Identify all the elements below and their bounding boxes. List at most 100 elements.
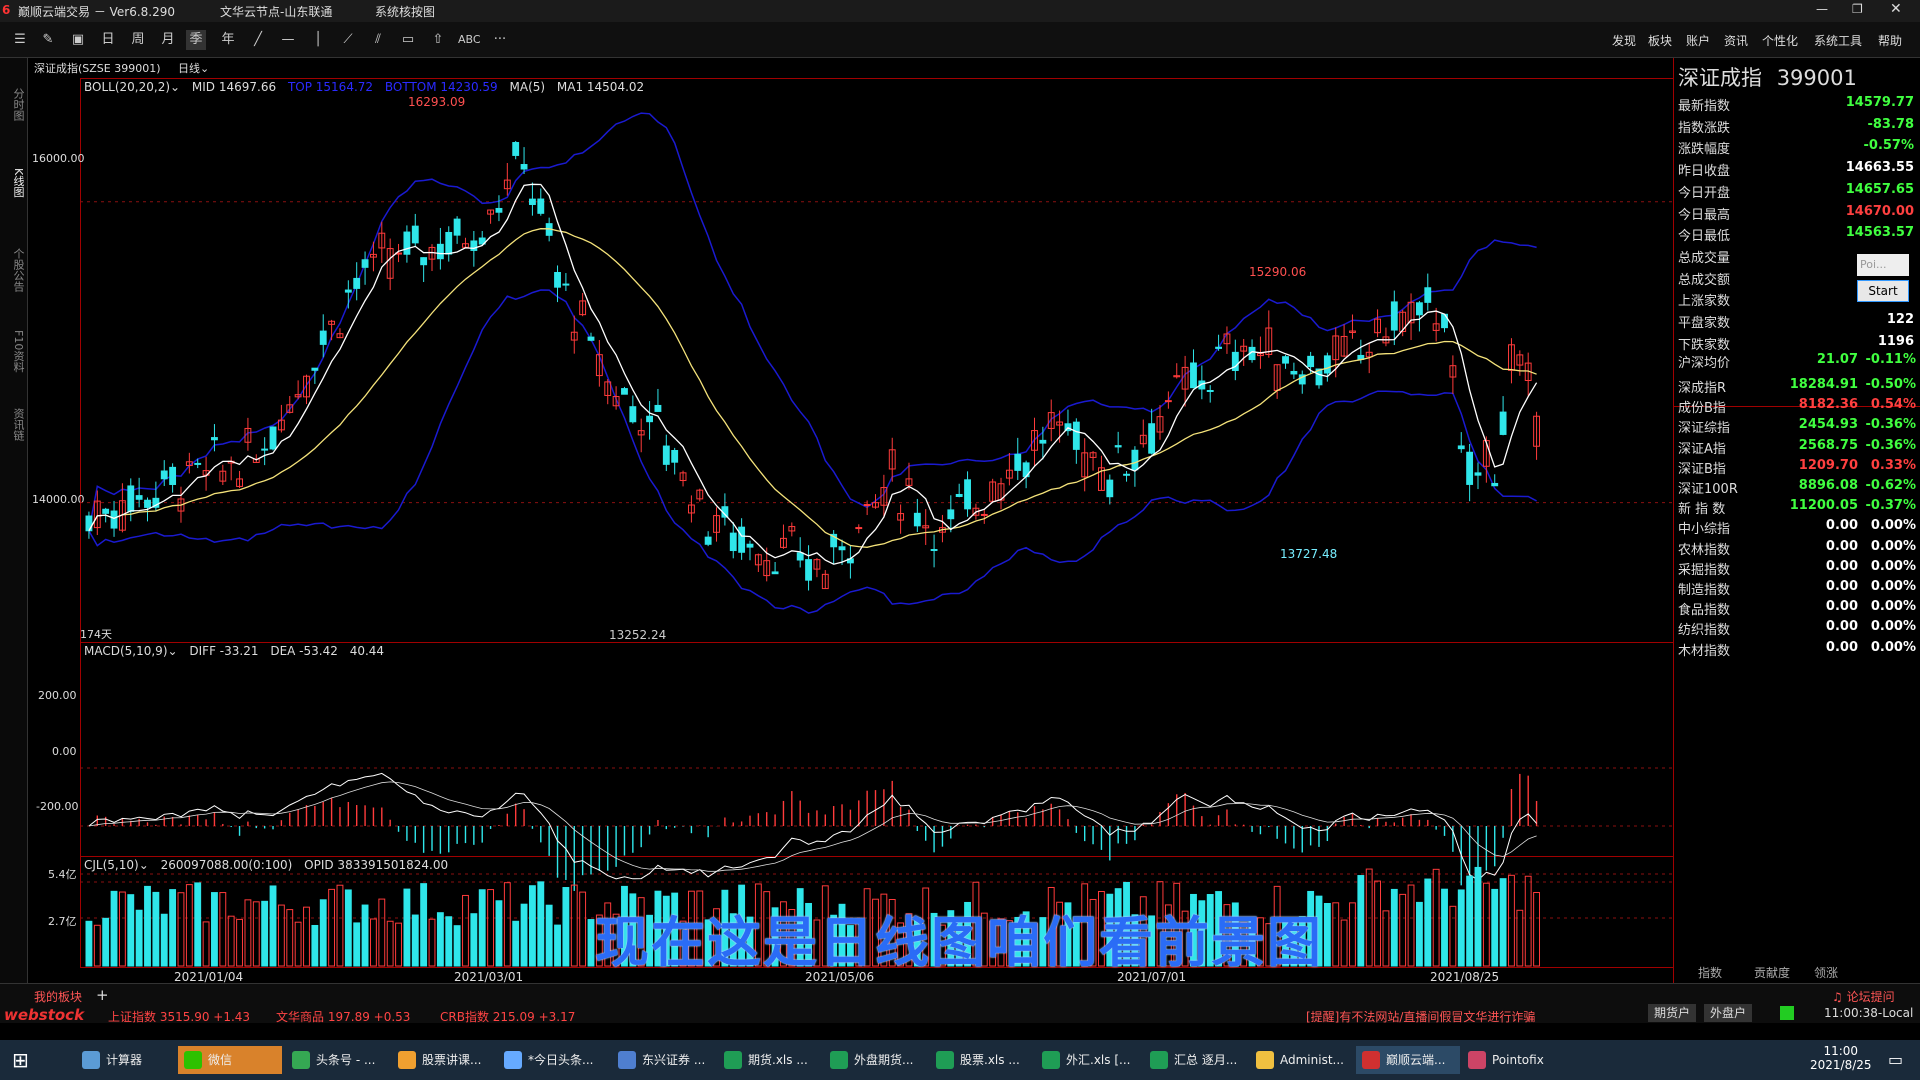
- restore-icon[interactable]: ❐: [1852, 2, 1863, 16]
- rail-tab-intraday[interactable]: 分时图: [4, 88, 26, 121]
- rail-tab-announcements[interactable]: 个股公告: [4, 248, 26, 292]
- menu-account[interactable]: 账户: [1686, 32, 1710, 49]
- windows-start-icon[interactable]: ⊞: [12, 1048, 29, 1072]
- rail-tab-kline[interactable]: K线图: [4, 168, 26, 197]
- horizontal-line-icon[interactable]: —: [278, 30, 298, 50]
- candle-body: [1131, 449, 1139, 471]
- menu-discover[interactable]: 发现: [1612, 32, 1636, 49]
- index-row[interactable]: 纺织指数 0.00 0.00%: [1678, 616, 1918, 638]
- menu-help[interactable]: 帮助: [1878, 32, 1902, 49]
- period-quarter-button[interactable]: 季: [186, 30, 206, 50]
- taskbar-app[interactable]: 计算器: [76, 1046, 180, 1074]
- parallel-line-icon[interactable]: ⫽: [368, 30, 388, 50]
- clock[interactable]: 11:00 2021/8/25: [1810, 1044, 1872, 1072]
- index-row[interactable]: 食品指数 0.00 0.00%: [1678, 596, 1918, 618]
- instrument-tab[interactable]: 深证成指(SZSE 399001) 日线⌄: [34, 60, 209, 76]
- fraud-warning[interactable]: [提醒]有不法网站/直播间假冒文华进行诈骗: [1306, 1008, 1535, 1025]
- period-select[interactable]: 日线: [178, 62, 200, 75]
- period-month-button[interactable]: 月: [158, 30, 178, 50]
- app-icon: [1362, 1051, 1380, 1069]
- candle-body: [1307, 355, 1315, 368]
- index-row[interactable]: 新 指 数 11200.05 -0.37%: [1678, 495, 1918, 517]
- taskbar-app[interactable]: *今日头条...: [498, 1046, 602, 1074]
- taskbar-app[interactable]: Pointofix: [1462, 1046, 1566, 1074]
- volume-bar: [319, 899, 327, 967]
- candle-body: [445, 231, 453, 255]
- minimize-icon[interactable]: —: [1816, 2, 1828, 16]
- index-row[interactable]: 农林指数 0.00 0.00%: [1678, 536, 1918, 558]
- ray-line-icon[interactable]: ⟋: [338, 30, 358, 50]
- ticker-item[interactable]: 上证指数 3515.90 +1.43: [108, 1008, 250, 1025]
- foreign-account-button[interactable]: 外盘户: [1704, 1004, 1753, 1022]
- vertical-line-icon[interactable]: │: [308, 30, 328, 50]
- rectangle-icon[interactable]: ▭: [398, 30, 418, 50]
- taskbar-app[interactable]: 期货.xls ...: [718, 1046, 822, 1074]
- text-tool-button[interactable]: ABC: [458, 30, 481, 50]
- volume-bar: [1340, 919, 1348, 967]
- left-rail: 分时图 K线图 个股公告 F10资料 资讯链: [0, 58, 28, 983]
- my-board-tab[interactable]: 我的板块: [34, 988, 82, 1005]
- taskbar-app[interactable]: 股票讲课...: [392, 1046, 496, 1074]
- candle-body: [110, 510, 118, 529]
- index-row[interactable]: 制造指数 0.00 0.00%: [1678, 576, 1918, 598]
- close-icon[interactable]: ✕: [1890, 1, 1902, 17]
- taskbar-app[interactable]: 汇总 逐月...: [1144, 1046, 1248, 1074]
- app-logo-icon: 6: [2, 3, 11, 17]
- futures-account-button[interactable]: 期货户: [1648, 1004, 1697, 1022]
- kline-chart[interactable]: [80, 78, 1673, 968]
- volume-bar: [252, 901, 260, 967]
- menu-system-tools[interactable]: 系统工具: [1814, 32, 1862, 49]
- index-row[interactable]: 中小综指 0.00 0.00%: [1678, 515, 1918, 537]
- period-year-button[interactable]: 年: [218, 30, 238, 50]
- index-row[interactable]: 深证B指 1209.70 0.33%: [1678, 455, 1918, 477]
- taskbar-app[interactable]: 股票.xls ...: [930, 1046, 1034, 1074]
- forum-link[interactable]: ♫ 论坛提问: [1832, 988, 1895, 1005]
- taskbar-app[interactable]: 巅顺云端...: [1356, 1046, 1460, 1074]
- index-row[interactable]: 深证100R 8896.08 -0.62%: [1678, 475, 1918, 497]
- volume-bar: [344, 889, 352, 967]
- start-button[interactable]: Start: [1857, 280, 1909, 302]
- add-board-button[interactable]: +: [96, 986, 109, 1004]
- candle-body: [135, 495, 143, 500]
- taskbar-app[interactable]: 外盘期货...: [824, 1046, 928, 1074]
- menu-sectors[interactable]: 板块: [1648, 32, 1672, 49]
- rail-tab-f10[interactable]: F10资料: [4, 330, 26, 372]
- index-row[interactable]: 木材指数 0.00 0.00%: [1678, 637, 1918, 659]
- notification-icon[interactable]: ▭: [1888, 1050, 1903, 1069]
- more-tools-button[interactable]: ···: [490, 30, 510, 50]
- volume-bar: [411, 914, 419, 967]
- draw-line-icon[interactable]: ╱: [248, 30, 268, 50]
- index-row[interactable]: 深证综指 2454.93 -0.36%: [1678, 414, 1918, 436]
- pointofix-input[interactable]: Poi...: [1857, 254, 1909, 276]
- ticker-item[interactable]: CRB指数 215.09 +3.17: [440, 1008, 575, 1025]
- ticker-item[interactable]: 文华商品 197.89 +0.53: [276, 1008, 410, 1025]
- index-row[interactable]: 成份B指 8182.36 0.54%: [1678, 394, 1918, 416]
- tab-contribution[interactable]: 贡献度: [1754, 964, 1790, 981]
- arrow-up-icon[interactable]: ⇧: [428, 30, 448, 50]
- tab-leaders[interactable]: 领涨: [1814, 964, 1838, 981]
- taskbar-app[interactable]: Administ...: [1250, 1046, 1354, 1074]
- list-icon[interactable]: ☰: [10, 30, 30, 50]
- candle-body: [353, 277, 361, 289]
- taskbar-app[interactable]: 外汇.xls [...: [1036, 1046, 1140, 1074]
- index-row[interactable]: 深证A指 2568.75 -0.36%: [1678, 435, 1918, 457]
- candle-body: [913, 512, 921, 527]
- menu-news[interactable]: 资讯: [1724, 32, 1748, 49]
- rail-tab-news-chain[interactable]: 资讯链: [4, 408, 26, 441]
- tab-index[interactable]: 指数: [1698, 964, 1722, 981]
- taskbar-app[interactable]: 微信: [178, 1046, 282, 1074]
- index-row[interactable]: 深成指R 18284.91 -0.50%: [1678, 374, 1918, 396]
- candle-body: [704, 536, 712, 545]
- period-day-button[interactable]: 日: [98, 30, 118, 50]
- save-icon[interactable]: ▣: [68, 30, 88, 50]
- pen-icon[interactable]: ✎: [38, 30, 58, 50]
- candle-body: [436, 243, 444, 260]
- index-row[interactable]: 采掘指数 0.00 0.00%: [1678, 556, 1918, 578]
- period-week-button[interactable]: 周: [128, 30, 148, 50]
- taskbar-app[interactable]: 头条号 - ...: [286, 1046, 390, 1074]
- menu-personalize[interactable]: 个性化: [1762, 32, 1798, 49]
- taskbar-app[interactable]: 东兴证券 ...: [612, 1046, 716, 1074]
- connection-status-icon: [1780, 1006, 1794, 1020]
- candle-body: [1039, 439, 1047, 444]
- volume-bar: [537, 881, 545, 967]
